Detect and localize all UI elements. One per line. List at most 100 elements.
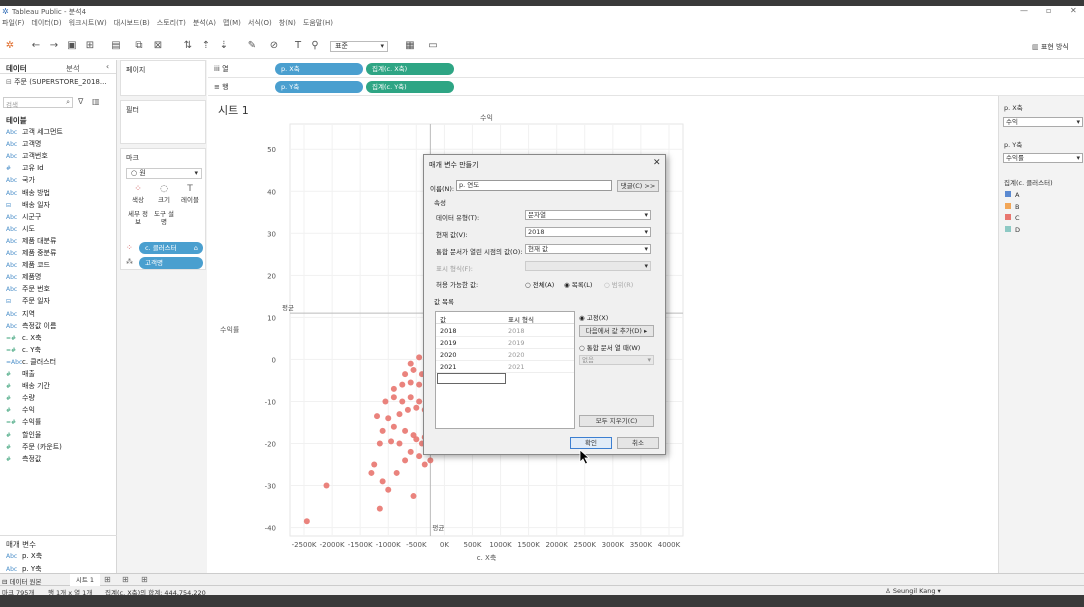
menu-item[interactable]: 워크시트(W) bbox=[69, 18, 107, 28]
field-item[interactable]: =Abcc. 클러스터 bbox=[6, 357, 56, 367]
allowed-all-radio[interactable]: ○ 전체(A) bbox=[525, 279, 554, 289]
field-item[interactable]: Abc 국가 bbox=[6, 175, 35, 185]
field-item[interactable]: Abc 고객명 bbox=[6, 139, 41, 149]
customer-pill[interactable]: 고객명 bbox=[139, 257, 203, 269]
param-item[interactable]: Abc p. X축 bbox=[6, 551, 42, 561]
legend-item[interactable]: A bbox=[1005, 191, 1019, 199]
value-row[interactable]: 2020 2020 bbox=[436, 349, 574, 361]
value-row[interactable]: 2018 2018 bbox=[436, 325, 574, 337]
clear-sheet-icon[interactable]: ⊠ bbox=[152, 40, 164, 52]
cluster-pill[interactable]: c. 클러스터 ⌂ bbox=[139, 242, 203, 254]
menu-item[interactable]: 맵(M) bbox=[223, 18, 241, 28]
filter-icon[interactable]: ∇ bbox=[78, 97, 83, 106]
tab-data[interactable]: 데이터 bbox=[6, 63, 27, 74]
pin-icon[interactable]: ⚲ bbox=[309, 40, 321, 52]
value-row[interactable]: 2021 2021 bbox=[436, 361, 574, 373]
workbook-open-select[interactable]: 현재 값 bbox=[525, 244, 651, 254]
new-datasource-icon[interactable]: ⊞ bbox=[84, 40, 96, 52]
px-control-select[interactable]: 수익 bbox=[1003, 117, 1083, 127]
field-item[interactable]: Abc 고객 세그먼트 bbox=[6, 127, 63, 137]
current-value-select[interactable]: 2018 bbox=[525, 227, 651, 237]
comment-button[interactable]: 댓글(C) >> bbox=[617, 180, 659, 192]
param-item[interactable]: Abc p. Y축 bbox=[6, 564, 42, 574]
name-input[interactable]: p. 연도 bbox=[456, 180, 612, 191]
menu-item[interactable]: 파일(F) bbox=[2, 18, 24, 28]
sort-asc-icon[interactable]: ⇡ bbox=[200, 40, 212, 52]
field-item[interactable]: Abc 시도 bbox=[6, 224, 35, 234]
duplicate-icon[interactable]: ⧉ bbox=[133, 40, 145, 52]
on-open-radio[interactable]: ○ 통합 문서 열 때(W) bbox=[579, 342, 640, 352]
allowed-list-radio[interactable]: ◉ 목록(L) bbox=[564, 279, 592, 289]
label-icon[interactable]: T bbox=[292, 40, 304, 52]
field-item[interactable]: Abc 제품 중분류 bbox=[6, 248, 56, 258]
field-item[interactable]: =# c. Y축 bbox=[6, 345, 41, 355]
field-item[interactable]: Abc 제품명 bbox=[6, 272, 41, 282]
allowed-range-radio[interactable]: ○ 범위(R) bbox=[604, 279, 633, 289]
field-item[interactable]: Abc 고객번호 bbox=[6, 151, 48, 161]
menu-item[interactable]: 대시보드(B) bbox=[114, 18, 150, 28]
collapse-icon[interactable]: ‹ bbox=[106, 62, 109, 71]
field-item[interactable]: Abc 측정값 이름 bbox=[6, 321, 56, 331]
row-pill-param[interactable]: p. Y축 bbox=[275, 81, 363, 93]
sort-desc-icon[interactable]: ⇣ bbox=[218, 40, 230, 52]
close-icon[interactable]: ✕ bbox=[1070, 6, 1077, 15]
new-sheet-tab-icon[interactable]: ⊞ bbox=[104, 575, 111, 584]
field-item[interactable]: Abc 제품 코드 bbox=[6, 260, 50, 270]
presentation-icon[interactable]: ▦ bbox=[404, 40, 416, 52]
field-item[interactable]: # 수량 bbox=[6, 393, 35, 403]
back-icon[interactable]: ← bbox=[30, 40, 42, 52]
field-item[interactable]: Abc 지역 bbox=[6, 309, 35, 319]
tooltip-button[interactable]: 도구 설명 bbox=[152, 210, 176, 226]
field-item[interactable]: # 고유 Id bbox=[6, 163, 44, 173]
fit-select[interactable]: 표준 ▾ bbox=[330, 41, 388, 52]
fixed-radio[interactable]: ◉ 고정(X) bbox=[579, 312, 608, 322]
value-list-table[interactable]: 값 표시 형식 2018 2018 2019 2019 2020 2020 2021 2021 bbox=[435, 311, 575, 429]
field-item[interactable]: # 할인율 bbox=[6, 430, 41, 440]
menu-item[interactable]: 데이터(D) bbox=[31, 18, 61, 28]
show-me-button[interactable]: ▥ 표현 방식 bbox=[1032, 42, 1069, 52]
tableau-home-icon[interactable]: ✲ bbox=[4, 40, 16, 52]
user-menu[interactable]: ♙ Seungil Kang ▾ bbox=[885, 587, 941, 595]
field-item[interactable]: =# 수익률 bbox=[6, 417, 41, 427]
datasource-tab[interactable]: ⊟ 데이터 원본 bbox=[2, 576, 42, 586]
menu-item[interactable]: 분석(A) bbox=[193, 18, 216, 28]
size-button[interactable]: ◌ 크기 bbox=[152, 184, 176, 204]
view-options-icon[interactable]: ▥ bbox=[92, 97, 100, 106]
field-item[interactable]: Abc 주문 번호 bbox=[6, 284, 50, 294]
menu-item[interactable]: 도움말(H) bbox=[303, 18, 333, 28]
new-dashboard-tab-icon[interactable]: ⊞ bbox=[122, 575, 129, 584]
columns-shelf[interactable]: iii 열 p. X축 집계(c. X축) bbox=[208, 60, 1084, 78]
color-button[interactable]: ⁘ 색상 bbox=[126, 184, 150, 204]
tab-analysis[interactable]: 분석 bbox=[66, 63, 80, 74]
pages-shelf[interactable]: 페이지 bbox=[120, 60, 206, 96]
menu-item[interactable]: 스토리(T) bbox=[157, 18, 186, 28]
legend-item[interactable]: B bbox=[1005, 202, 1019, 211]
field-item[interactable]: Abc 시군구 bbox=[6, 212, 41, 222]
row-pill-measure[interactable]: 집계(c. Y축) bbox=[366, 81, 454, 93]
highlight-icon[interactable]: ✎ bbox=[246, 40, 258, 52]
field-item[interactable]: # 측정값 bbox=[6, 454, 41, 464]
field-item[interactable]: ⊟ 주문 일자 bbox=[6, 296, 50, 306]
add-from-button[interactable]: 다음에서 값 추가(D) ▸ bbox=[579, 325, 654, 337]
field-item[interactable]: Abc 배송 방법 bbox=[6, 188, 50, 198]
device-preview-icon[interactable]: ▭ bbox=[427, 40, 439, 52]
field-item[interactable]: Abc 제품 대분류 bbox=[6, 236, 56, 246]
rows-shelf[interactable]: ≡ 행 p. Y축 집계(c. Y축) bbox=[208, 78, 1084, 96]
cancel-button[interactable]: 취소 bbox=[617, 437, 659, 449]
datasource-item[interactable]: ⊟ 주문 (SUPERSTORE_2018... bbox=[6, 77, 107, 87]
menu-item[interactable]: 창(N) bbox=[279, 18, 296, 28]
field-item[interactable]: # 매출 bbox=[6, 369, 35, 379]
clear-all-button[interactable]: 모두 지우기(C) bbox=[579, 415, 654, 427]
new-value-input[interactable] bbox=[437, 373, 506, 384]
legend-item[interactable]: D bbox=[1005, 225, 1020, 234]
minimize-icon[interactable]: — bbox=[1020, 6, 1028, 15]
menu-item[interactable]: 서식(O) bbox=[248, 18, 272, 28]
filters-shelf[interactable]: 필터 bbox=[120, 100, 206, 144]
group-icon[interactable]: ⊘ bbox=[268, 40, 280, 52]
field-item[interactable]: ⊟ 배송 일자 bbox=[6, 200, 50, 210]
column-pill-param[interactable]: p. X축 bbox=[275, 63, 363, 75]
mark-type-select[interactable]: ○ 원 ▾ bbox=[126, 168, 202, 179]
field-item[interactable]: # 주문 (카운트) bbox=[6, 442, 62, 452]
field-item[interactable]: =# c. X축 bbox=[6, 333, 42, 343]
value-row[interactable]: 2019 2019 bbox=[436, 337, 574, 349]
